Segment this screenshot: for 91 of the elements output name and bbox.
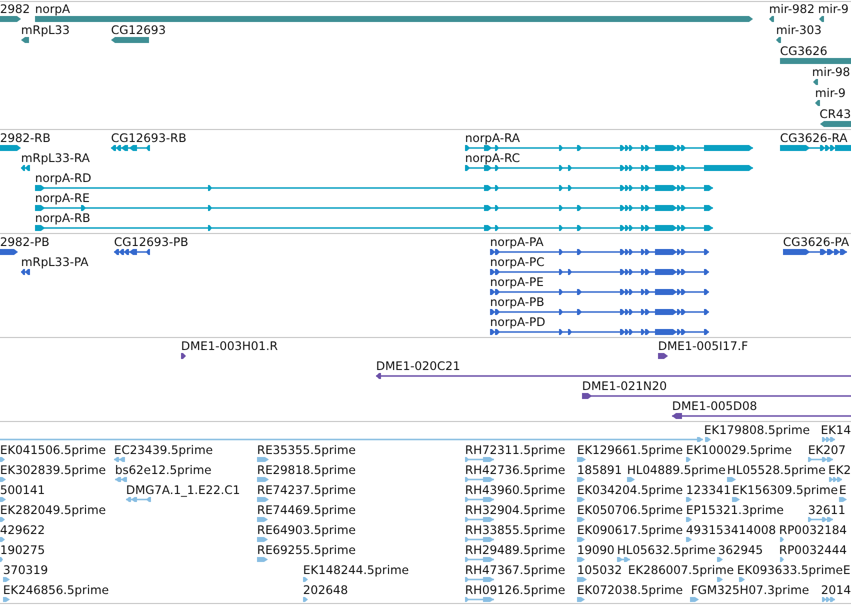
feature-label: norpA-PA	[490, 235, 544, 249]
feature-label: EC23439.5prime	[114, 443, 213, 457]
feature-label: mRpL33-RA	[21, 151, 90, 165]
feature-label: RE29818.5prime	[257, 463, 356, 477]
feature-label: EK050706.5prime	[577, 503, 683, 517]
feature-label: RE35355.5prime	[257, 443, 356, 457]
feature-label: norpA	[35, 2, 70, 16]
feature-label: HL05528.5prime	[727, 463, 826, 477]
feature-label: E	[839, 483, 846, 497]
feature-label: RE64903.5prime	[257, 523, 356, 537]
feature-label: CG3626-PA	[783, 235, 850, 249]
feature-label: mir-9	[815, 86, 846, 100]
feature-label: CG3626	[780, 44, 828, 58]
feature-label: 123341	[686, 483, 732, 497]
feature-label: norpA-RA	[465, 131, 520, 145]
feature-label: 362945	[718, 543, 764, 557]
feature-label: DMG7A.1_1.E22.C1	[126, 483, 240, 497]
feature-label: 2982	[0, 2, 30, 16]
feature-label: 2014	[820, 583, 851, 597]
feature-label: EK286007.5prime	[628, 563, 734, 577]
feature-label: norpA-RB	[35, 211, 90, 225]
feature-label: RE69255.5prime	[257, 543, 356, 557]
feature-label: EK041506.5prime	[0, 443, 106, 457]
feature-label: mRpL33	[21, 23, 70, 37]
feature-label: CG12693-RB	[111, 131, 186, 145]
feature-label: norpA-PC	[490, 255, 544, 269]
feature-label: 429622	[0, 523, 46, 537]
feature-label: EK129661.5prime	[577, 443, 683, 457]
feature-label: bs62e12.5prime	[115, 463, 212, 477]
feature-label: norpA-RC	[465, 151, 520, 165]
feature-label: RH72311.5prime	[465, 443, 566, 457]
feature-label: 19090	[577, 543, 615, 557]
feature-label: 2982-PB	[0, 235, 50, 249]
feature-label: EK207	[808, 443, 846, 457]
feature-label: RH42736.5prime	[465, 463, 566, 477]
feature-label: mir-9	[818, 2, 849, 16]
feature-label: CR43	[820, 107, 851, 121]
feature-label: 493153414008	[686, 523, 776, 537]
feature-label: RE74469.5prime	[257, 503, 356, 517]
feature-label: EK302839.5prime	[0, 463, 106, 477]
feature-label: 2982-RB	[0, 131, 51, 145]
feature-label: RE74237.5prime	[257, 483, 356, 497]
feature-label: norpA-RD	[35, 171, 92, 185]
feature-label: 185891	[577, 463, 622, 477]
feature-label: EP15321.3prime	[686, 503, 784, 517]
feature-label: mir-98	[812, 65, 850, 79]
feature-label: EK179808.5prime	[704, 423, 810, 437]
feature-label: EK100029.5prime	[686, 443, 792, 457]
feature-label: EK246856.5prime	[3, 583, 109, 597]
feature-label: EK090617.5prime	[577, 523, 683, 537]
feature-label: EK14	[820, 423, 851, 437]
feature-label: RH47367.5prime	[465, 563, 566, 577]
feature-label: DME1-021N20	[582, 379, 667, 393]
feature-label: RP0032444	[779, 543, 847, 557]
feature-label: RH43960.5prime	[465, 483, 566, 497]
feature-label: EK072038.5prime	[577, 583, 683, 597]
feature-label: DME1-005D08	[672, 399, 758, 413]
feature-label: HL05632.5prime	[617, 543, 716, 557]
feature-label: mRpL33-PA	[21, 255, 88, 269]
feature-label: 500141	[0, 483, 46, 497]
feature-label: 32611	[808, 503, 846, 517]
feature-label: 105032	[577, 563, 622, 577]
feature-label: RH09126.5prime	[465, 583, 566, 597]
feature-label: EK093633.5prime	[737, 563, 843, 577]
feature-label: DME1-005I17.F	[658, 339, 748, 353]
feature-label: 190275	[0, 543, 46, 557]
feature-label: EK156309.5prime	[732, 483, 838, 497]
feature-label: FGM325H07.3prime	[691, 583, 810, 597]
feature-label: mir-982	[769, 2, 815, 16]
feature-label: norpA-PB	[490, 295, 544, 309]
feature-label: RH32904.5prime	[465, 503, 566, 517]
feature-label: mir-303	[776, 23, 822, 37]
feature-label: CG3626-RA	[780, 131, 848, 145]
feature-label: norpA-PE	[490, 275, 544, 289]
feature-label: norpA-PD	[490, 315, 546, 329]
feature-label: E	[843, 563, 850, 577]
feature-label: CG12693	[111, 23, 166, 37]
feature-label: norpA-RE	[35, 191, 90, 205]
feature-label: EK034204.5prime	[577, 483, 683, 497]
feature-label: RH33855.5prime	[465, 523, 566, 537]
feature-label: RH29489.5prime	[465, 543, 566, 557]
feature-label: EK282049.5prime	[0, 503, 106, 517]
feature-label: DME1-003H01.R	[181, 339, 278, 353]
feature-label: 370319	[3, 563, 48, 577]
feature-label: CG12693-PB	[114, 235, 188, 249]
feature-label: 202648	[303, 583, 348, 597]
feature-label: EK2	[828, 463, 851, 477]
feature-label: DME1-020C21	[376, 359, 460, 373]
feature-label: EK148244.5prime	[303, 563, 409, 577]
feature-label: HL04889.5prime	[627, 463, 726, 477]
feature-label: RP0032184	[779, 523, 847, 537]
